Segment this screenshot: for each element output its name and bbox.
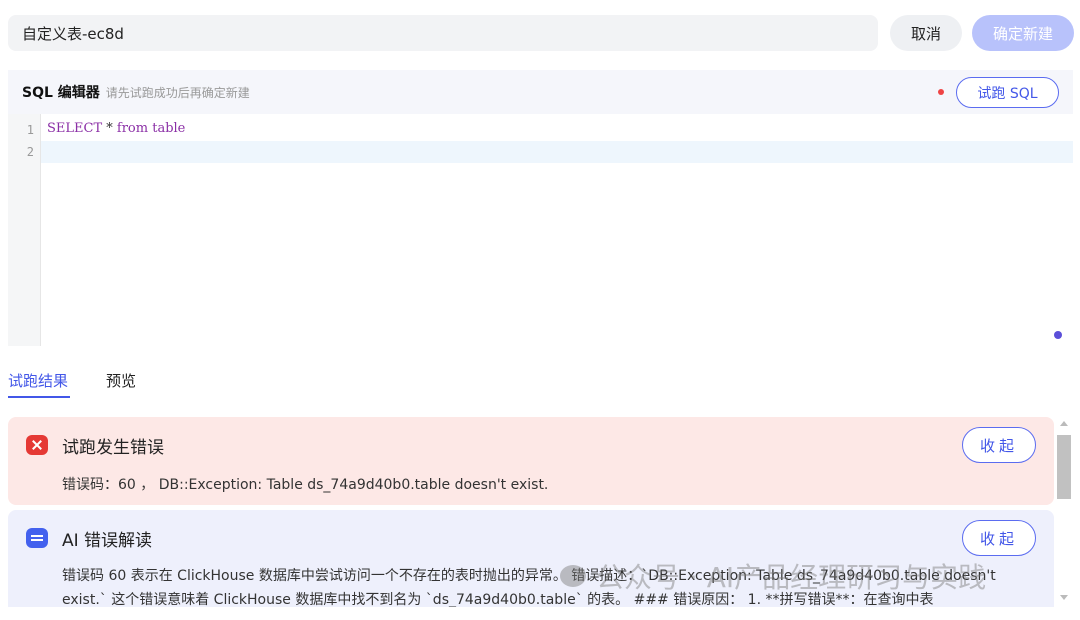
collapse-error-button[interactable]: 收起 [962, 427, 1036, 463]
cancel-button[interactable]: 取消 [890, 15, 962, 51]
active-tab-indicator [8, 396, 70, 398]
sql-identifier: table [148, 121, 186, 136]
line-number-gutter: 1 2 [8, 114, 41, 346]
error-panel: 试跑发生错误 收起 错误码：60 ， DB::Exception: Table … [8, 417, 1054, 505]
unsaved-dot-icon [938, 89, 944, 95]
sql-editor-hint: 请先试跑成功后再确定新建 [105, 85, 250, 100]
collapse-ai-button[interactable]: 收起 [962, 520, 1036, 556]
scroll-up-arrow-icon[interactable] [1060, 421, 1068, 426]
code-line: SELECT * from table [47, 121, 185, 136]
assistant-dot-icon[interactable] [1054, 331, 1062, 339]
line-number: 2 [26, 145, 34, 159]
sql-keyword: from [116, 121, 149, 136]
run-sql-button[interactable]: 试跑 SQL [956, 77, 1059, 108]
error-icon [26, 435, 48, 455]
sql-editor-title: SQL 编辑器 [22, 85, 100, 101]
watermark: 公众号 · AI产品经理研习与实践 [560, 556, 986, 596]
watermark-text: 公众号 · AI产品经理研习与实践 [596, 561, 987, 594]
top-bar: 取消 确定新建 [8, 14, 1080, 52]
line-number: 1 [26, 123, 34, 137]
confirm-create-button[interactable]: 确定新建 [972, 15, 1074, 51]
sql-editor-header: SQL 编辑器 请先试跑成功后再确定新建 试跑 SQL [8, 70, 1073, 114]
results-scrollbar[interactable] [1056, 417, 1072, 607]
sql-operator: * [102, 121, 117, 136]
wechat-icon [560, 565, 586, 587]
table-name-input[interactable] [8, 15, 878, 51]
error-panel-title: 试跑发生错误 [62, 438, 164, 458]
scrollbar-thumb[interactable] [1057, 435, 1071, 499]
ai-bot-icon [26, 528, 48, 548]
sql-code-editor[interactable]: 1 2 SELECT * from table [8, 114, 1073, 346]
error-message: 错误码：60 ， DB::Exception: Table ds_74a9d40… [62, 477, 549, 493]
scroll-down-arrow-icon[interactable] [1060, 595, 1068, 600]
tab-preview[interactable]: 预览 [106, 362, 136, 398]
active-line-highlight [41, 141, 1073, 163]
tab-run-result[interactable]: 试跑结果 [8, 362, 68, 398]
ai-panel-title: AI 错误解读 [62, 531, 153, 551]
sql-keyword: SELECT [47, 121, 103, 136]
